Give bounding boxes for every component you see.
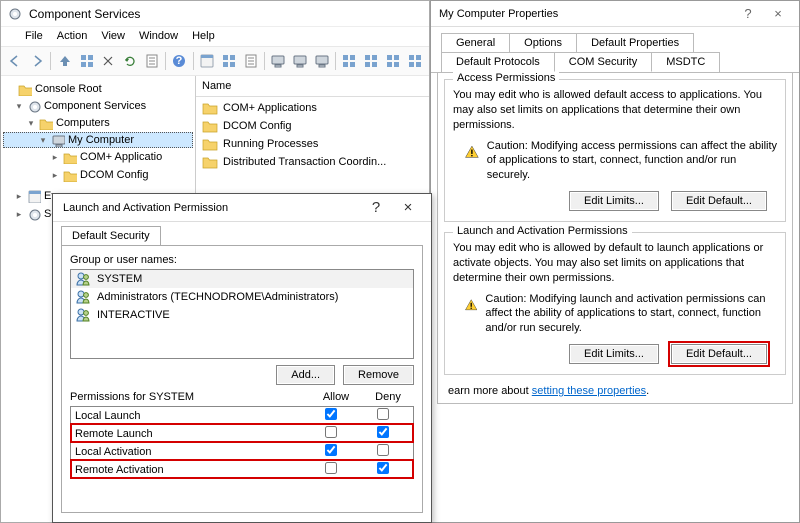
help-icon[interactable]: ? (735, 6, 761, 21)
tb-a[interactable] (197, 50, 218, 72)
permissions-for-label: Permissions for SYSTEM (70, 391, 310, 403)
tree-computers[interactable]: ▾Computers (3, 115, 193, 131)
perm-row-remote-activation: Remote Activation (71, 460, 413, 478)
tb-g[interactable] (339, 50, 360, 72)
access-desc: You may edit who is allowed default acce… (453, 88, 777, 133)
launch-legend: Launch and Activation Permissions (453, 225, 632, 237)
user-list[interactable]: SYSTEM Administrators (TECHNODROME\Admin… (70, 269, 414, 359)
deny-remote-activation-checkbox[interactable] (377, 462, 389, 474)
learn-more-link[interactable]: setting these properties (532, 385, 646, 397)
perm-row-remote-launch: Remote Launch (71, 424, 413, 442)
tab-default-properties[interactable]: Default Properties (576, 33, 694, 52)
user-item-interactive[interactable]: INTERACTIVE (71, 306, 413, 324)
tree-dcom-config[interactable]: ▸DCOM Config (3, 167, 193, 183)
tb-e[interactable] (290, 50, 311, 72)
menu-action[interactable]: Action (57, 30, 88, 42)
tb-ref[interactable] (120, 50, 141, 72)
tb-up[interactable] (54, 50, 75, 72)
perm-row-local-activation: Local Activation (71, 442, 413, 460)
allow-col-header: Allow (310, 391, 362, 403)
remove-button[interactable]: Remove (343, 365, 414, 385)
deny-local-activation-checkbox[interactable] (377, 444, 389, 456)
close-icon[interactable]: × (395, 199, 421, 216)
user-item-administrators[interactable]: Administrators (TECHNODROME\Administrato… (71, 288, 413, 306)
tree-component-services[interactable]: ▾Component Services (3, 98, 193, 114)
tab-default-protocols[interactable]: Default Protocols (441, 52, 555, 72)
list-header-name[interactable]: Name (196, 76, 429, 97)
learn-prefix: earn more about (448, 385, 532, 397)
tb-help[interactable] (169, 50, 190, 72)
launch-edit-limits-button[interactable]: Edit Limits... (569, 344, 659, 364)
tree-my-computer[interactable]: ▾My Computer (3, 132, 193, 148)
menu-window[interactable]: Window (139, 30, 178, 42)
group-or-user-names-label: Group or user names: (70, 254, 414, 266)
allow-local-activation-checkbox[interactable] (325, 444, 337, 456)
list-item[interactable]: COM+ Applications (202, 99, 423, 117)
tab-options[interactable]: Options (509, 33, 577, 52)
list-item[interactable]: DCOM Config (202, 117, 423, 135)
access-legend: Access Permissions (453, 72, 559, 84)
menu-file[interactable]: File (25, 30, 43, 42)
deny-col-header: Deny (362, 391, 414, 403)
tb-back[interactable] (5, 50, 26, 72)
perm-titlebar: Launch and Activation Permission ? × (53, 194, 431, 222)
allow-remote-activation-checkbox[interactable] (325, 462, 337, 474)
list-item[interactable]: Distributed Transaction Coordin... (202, 153, 423, 171)
close-icon[interactable]: × (765, 6, 791, 21)
launch-edit-default-button[interactable]: Edit Default... (671, 344, 767, 364)
tree-console-root[interactable]: Console Root (3, 81, 193, 97)
menu-help[interactable]: Help (192, 30, 215, 42)
help-icon[interactable]: ? (363, 199, 389, 216)
props-titlebar: My Computer Properties ? × (431, 1, 799, 27)
tb-d[interactable] (268, 50, 289, 72)
warning-icon (465, 139, 479, 165)
tb-f[interactable] (311, 50, 332, 72)
deny-remote-launch-checkbox[interactable] (377, 426, 389, 438)
tab-msdtc[interactable]: MSDTC (651, 52, 720, 72)
tb-x[interactable] (98, 50, 119, 72)
warning-icon (465, 292, 477, 318)
tb-prop[interactable] (141, 50, 162, 72)
launch-caution: Caution: Modifying launch and activation… (485, 292, 777, 337)
launch-activation-permission-dialog: Launch and Activation Permission ? × Def… (52, 193, 432, 523)
access-permissions-group: Access Permissions You may edit who is a… (444, 79, 786, 222)
menu-view[interactable]: View (101, 30, 125, 42)
launch-permissions-group: Launch and Activation Permissions You ma… (444, 232, 786, 375)
tb-h[interactable] (361, 50, 382, 72)
tree-com-applications[interactable]: ▸COM+ Applicatio (3, 149, 193, 165)
access-edit-limits-button[interactable]: Edit Limits... (569, 191, 659, 211)
list-item[interactable]: Running Processes (202, 135, 423, 153)
menubar: File Action View Window Help (1, 27, 429, 46)
my-computer-properties-dialog: My Computer Properties ? × General Optio… (430, 0, 800, 523)
main-titlebar: Component Services (1, 1, 429, 27)
deny-local-launch-checkbox[interactable] (377, 408, 389, 420)
tab-com-security[interactable]: COM Security (554, 52, 652, 72)
main-title: Component Services (29, 7, 140, 21)
permissions-table: Local Launch Remote Launch Local Activat… (70, 406, 414, 479)
props-title: My Computer Properties (439, 8, 558, 20)
allow-remote-launch-checkbox[interactable] (325, 426, 337, 438)
launch-desc: You may edit who is allowed by default t… (453, 241, 777, 286)
tb-grid[interactable] (76, 50, 97, 72)
com-security-panel: Access Permissions You may edit who is a… (437, 72, 793, 404)
tab-general[interactable]: General (441, 33, 510, 52)
access-caution: Caution: Modifying access permissions ca… (487, 139, 777, 184)
tb-c[interactable] (240, 50, 261, 72)
perm-row-local-launch: Local Launch (71, 407, 413, 424)
tb-i[interactable] (382, 50, 403, 72)
add-button[interactable]: Add... (276, 365, 335, 385)
tab-default-security[interactable]: Default Security (61, 226, 161, 245)
perm-title: Launch and Activation Permission (63, 202, 228, 214)
user-item-system[interactable]: SYSTEM (71, 270, 413, 288)
toolbar (1, 46, 429, 76)
tb-b[interactable] (218, 50, 239, 72)
allow-local-launch-checkbox[interactable] (325, 408, 337, 420)
tb-j[interactable] (404, 50, 425, 72)
app-icon (7, 6, 23, 22)
tb-fwd[interactable] (27, 50, 48, 72)
access-edit-default-button[interactable]: Edit Default... (671, 191, 767, 211)
